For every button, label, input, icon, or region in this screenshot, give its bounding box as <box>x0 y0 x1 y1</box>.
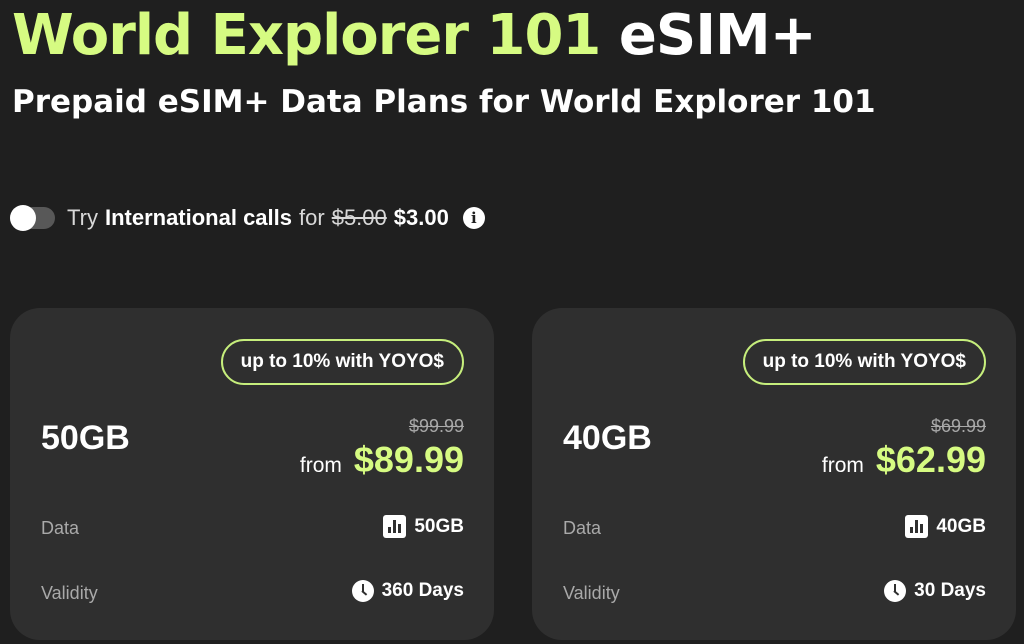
page-subtitle: Prepaid eSIM+ Data Plans for World Explo… <box>12 84 876 120</box>
toggle-knob <box>10 205 36 231</box>
bar-chart-icon <box>905 515 929 538</box>
yoyo-cashback-badge: up to 10% with YOYO$ <box>742 339 986 385</box>
clock-icon <box>884 580 907 602</box>
plan-price: $89.99 <box>353 439 464 480</box>
international-calls-offer: Try International calls for $5.00 $3.00 … <box>10 199 485 237</box>
data-value: 50GB <box>383 515 464 538</box>
bar-chart-icon <box>383 515 407 538</box>
validity-days: 360 Days <box>381 580 464 601</box>
offer-old-price: $5.00 <box>331 205 387 230</box>
price-from-label: from <box>299 454 342 477</box>
offer-new-price: $3.00 <box>393 205 449 230</box>
offer-service: International calls <box>104 205 293 230</box>
page: World Explorer 101 eSIM+ Prepaid eSIM+ D… <box>0 0 1024 644</box>
info-icon[interactable]: i <box>462 207 485 229</box>
plan-price-row: from $89.99 <box>300 439 464 481</box>
plan-old-price: $99.99 <box>408 416 464 436</box>
data-amount: 40GB <box>936 515 986 537</box>
plan-card-40gb[interactable]: up to 10% with YOYO$ 40GB $69.99 from $6… <box>532 308 1016 640</box>
yoyo-cashback-badge: up to 10% with YOYO$ <box>220 339 464 385</box>
price-from-label: from <box>821 454 864 477</box>
clock-icon <box>351 580 374 602</box>
offer-prefix: Try <box>67 205 98 230</box>
validity-label: Validity <box>41 583 98 603</box>
validity-value: 30 Days <box>884 580 986 602</box>
data-label: Data <box>563 518 602 538</box>
title-product: eSIM+ <box>618 3 817 68</box>
plan-card-50gb[interactable]: up to 10% with YOYO$ 50GB $99.99 from $8… <box>10 308 494 640</box>
page-title: World Explorer 101 eSIM+ <box>12 2 817 70</box>
validity-label: Validity <box>563 583 620 603</box>
validity-days: 30 Days <box>914 580 986 601</box>
title-destination: World Explorer 101 <box>12 3 601 68</box>
plan-price: $62.99 <box>875 439 986 480</box>
data-amount: 50GB <box>414 515 464 537</box>
plan-price-row: from $62.99 <box>822 439 986 481</box>
offer-connector: for <box>299 205 325 230</box>
international-calls-toggle[interactable] <box>10 205 55 231</box>
plan-old-price: $69.99 <box>930 416 986 436</box>
plan-size: 40GB <box>563 419 652 457</box>
plan-size: 50GB <box>41 419 130 457</box>
validity-value: 360 Days <box>351 580 464 602</box>
data-value: 40GB <box>905 515 986 538</box>
data-label: Data <box>41 518 80 538</box>
